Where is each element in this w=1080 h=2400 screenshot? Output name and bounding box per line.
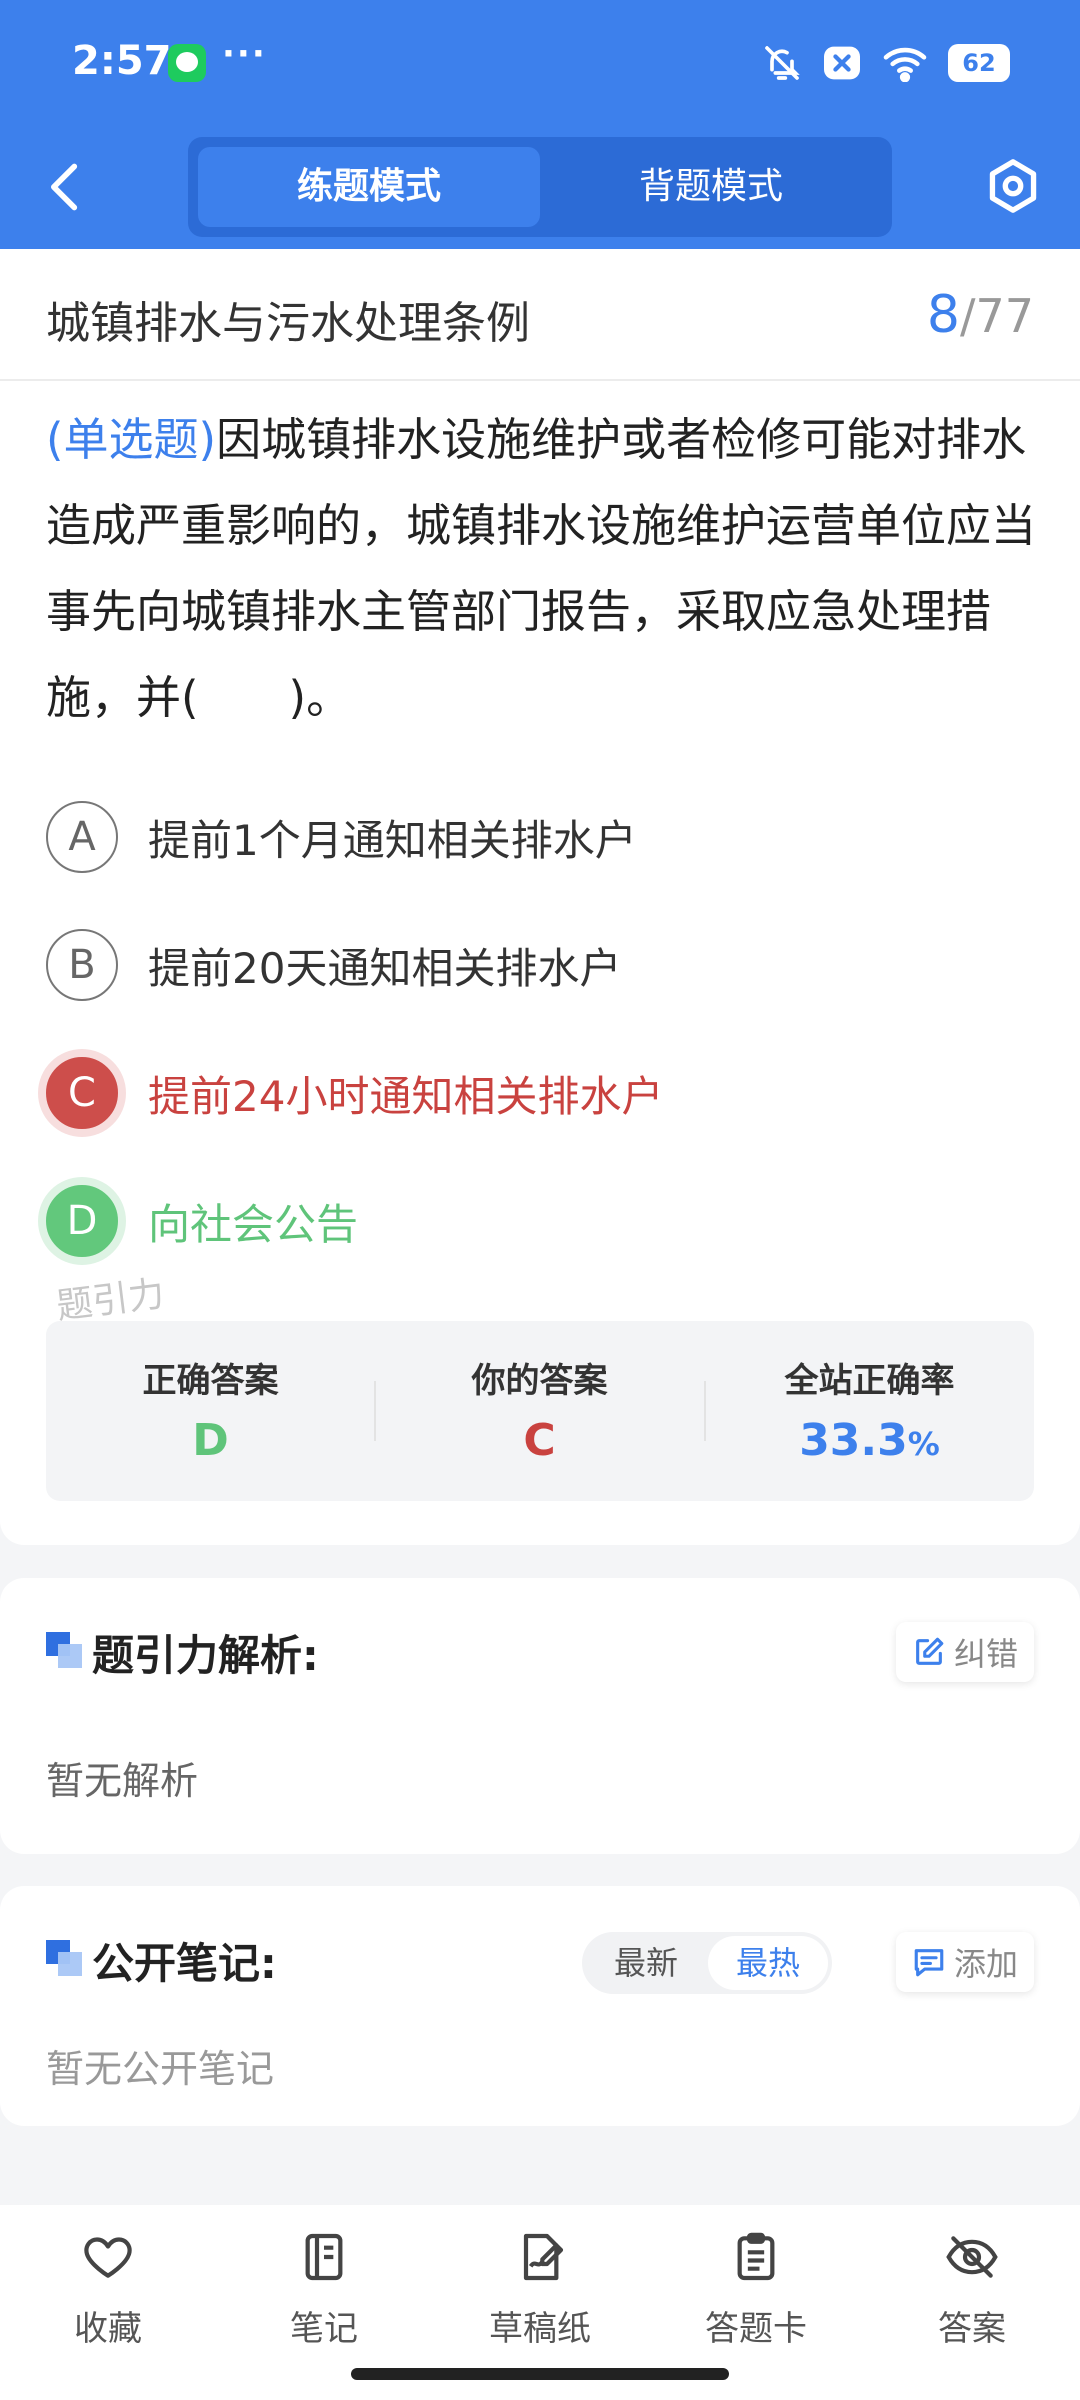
total-count: 77 xyxy=(975,289,1034,343)
notes-title: 公开笔记: xyxy=(92,1939,277,1988)
tab-notes[interactable]: 笔记 xyxy=(234,2229,414,2359)
stat-value: C xyxy=(523,1415,556,1466)
notes-empty: 暂无公开笔记 xyxy=(46,2047,275,2091)
wifi-icon xyxy=(883,47,927,82)
option-a[interactable]: A 提前1个月通知相关排水户 xyxy=(46,797,637,877)
more-notifications-icon: ··· xyxy=(222,34,267,74)
wechat-icon xyxy=(168,44,206,82)
comment-icon xyxy=(914,1949,944,1977)
tab-memorize-mode[interactable]: 背题模式 xyxy=(540,147,882,227)
heart-icon xyxy=(84,2237,132,2278)
chapter-title: 城镇排水与污水处理条例 xyxy=(46,298,530,349)
stat-site-accuracy: 全站正确率 33.3% xyxy=(705,1321,1034,1501)
tab-practice-mode[interactable]: 练题模式 xyxy=(198,147,540,227)
notes-sort-toggle: 最新 最热 xyxy=(582,1932,832,1994)
option-d[interactable]: D 向社会公告 xyxy=(46,1181,358,1261)
add-note-button[interactable]: 添加 xyxy=(895,1932,1034,1992)
option-letter: A xyxy=(46,801,118,873)
add-note-label: 添加 xyxy=(953,1945,1018,1983)
edit-icon xyxy=(916,1637,944,1665)
answer-stats: 正确答案 D 你的答案 C 全站正确率 33.3% xyxy=(46,1321,1034,1501)
mute-bell-icon xyxy=(765,46,800,80)
stat-your-answer: 你的答案 C xyxy=(375,1321,704,1501)
notebook-icon xyxy=(305,2233,343,2281)
close-box-icon xyxy=(824,46,860,80)
sort-hottest[interactable]: 最热 xyxy=(708,1936,828,1990)
stat-correct-answer: 正确答案 D xyxy=(46,1321,375,1501)
section-icon xyxy=(46,1632,82,1668)
stat-label: 正确答案 xyxy=(142,1361,279,1401)
stat-label: 你的答案 xyxy=(471,1361,608,1401)
stat-value: D xyxy=(192,1415,229,1466)
status-bar: 2:57 ··· 62 xyxy=(0,0,1080,125)
question-counter[interactable]: 8/77 xyxy=(927,285,1034,345)
option-text: 提前24小时通知相关排水户 xyxy=(148,1071,664,1121)
tab-label: 答案 xyxy=(938,2309,1006,2349)
tab-answer-toggle[interactable]: 答案 xyxy=(882,2229,1062,2359)
question-type: (单选题) xyxy=(46,413,217,466)
rate-unit: % xyxy=(907,1425,940,1463)
analysis-empty: 暂无解析 xyxy=(46,1759,199,1803)
clipboard-icon xyxy=(737,2232,775,2281)
report-error-label: 纠错 xyxy=(953,1635,1018,1673)
tab-scratch-paper[interactable]: 草稿纸 xyxy=(450,2229,630,2359)
home-indicator[interactable] xyxy=(351,2368,729,2380)
option-letter: B xyxy=(46,929,118,1001)
eye-off-icon xyxy=(946,2236,998,2278)
status-time: 2:57 xyxy=(72,38,172,84)
option-text: 向社会公告 xyxy=(148,1199,359,1249)
mode-toggle: 练题模式 背题模式 xyxy=(188,137,892,237)
option-b[interactable]: B 提前20天通知相关排水户 xyxy=(46,925,621,1005)
notes-card: 公开笔记: 最新 最热 添加 暂无公开笔记 xyxy=(0,1886,1080,2126)
tab-label: 收藏 xyxy=(74,2309,142,2349)
chapter-row: 城镇排水与污水处理条例 8/77 xyxy=(0,249,1080,381)
section-icon xyxy=(46,1940,82,1976)
sort-newest[interactable]: 最新 xyxy=(586,1936,706,1990)
settings-hex-icon[interactable] xyxy=(984,157,1042,215)
draft-icon xyxy=(523,2233,564,2281)
current-index: 8 xyxy=(926,285,960,345)
watermark: 题引力 xyxy=(54,1273,167,1328)
report-error-button[interactable]: 纠错 xyxy=(895,1622,1034,1682)
stat-value: 33.3% xyxy=(705,1415,1034,1466)
battery-icon: 62 xyxy=(948,44,1010,82)
tab-answer-sheet[interactable]: 答题卡 xyxy=(666,2229,846,2359)
app-header: 2:57 ··· 62 练题模式 背题模式 xyxy=(0,0,1080,249)
nav-bar: 练题模式 背题模式 xyxy=(0,125,1080,249)
tab-label: 笔记 xyxy=(290,2309,358,2349)
stat-label: 全站正确率 xyxy=(784,1361,955,1401)
option-letter: C xyxy=(46,1057,118,1129)
rate-number: 33.3 xyxy=(799,1415,908,1466)
option-c[interactable]: C 提前24小时通知相关排水户 xyxy=(46,1053,663,1133)
option-letter: D xyxy=(46,1185,118,1257)
question-card: 城镇排水与污水处理条例 8/77 (单选题)因城镇排水设施维护或者检修可能对排水… xyxy=(0,249,1080,1545)
option-text: 提前1个月通知相关排水户 xyxy=(148,815,637,865)
analysis-title: 题引力解析: xyxy=(92,1631,319,1680)
question-stem: (单选题)因城镇排水设施维护或者检修可能对排水造成严重影响的，城镇排水设施维护运… xyxy=(46,397,1038,741)
tab-favorite[interactable]: 收藏 xyxy=(18,2229,198,2359)
tab-label: 草稿纸 xyxy=(489,2309,591,2349)
option-text: 提前20天通知相关排水户 xyxy=(148,943,622,993)
counter-sep: / xyxy=(959,289,976,343)
tab-label: 答题卡 xyxy=(705,2309,807,2349)
analysis-card: 题引力解析: 纠错 暂无解析 xyxy=(0,1578,1080,1854)
status-icons: 62 xyxy=(762,40,1010,86)
back-arrow-icon[interactable] xyxy=(42,159,88,215)
